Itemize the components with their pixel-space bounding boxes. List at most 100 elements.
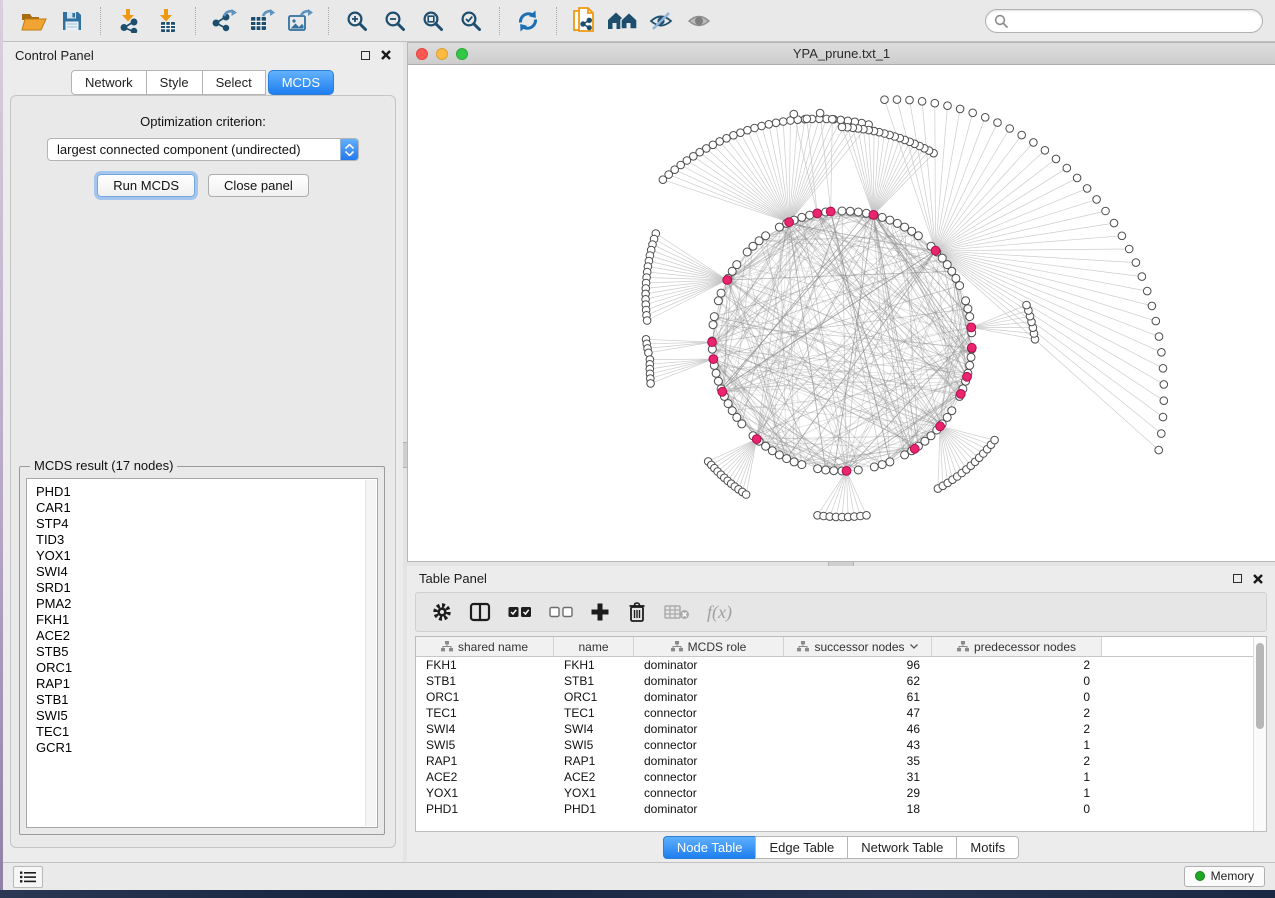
network-leaf-node[interactable] (1073, 174, 1081, 182)
network-node[interactable] (870, 463, 878, 471)
network-edge[interactable] (936, 109, 961, 251)
zoom-fit-icon[interactable] (417, 5, 449, 37)
table-cell[interactable]: 0 (932, 674, 1102, 688)
network-node[interactable] (783, 455, 791, 463)
table-cell[interactable]: SWI5 (416, 738, 554, 752)
show-all-icon[interactable] (683, 5, 715, 37)
mcds-result-item[interactable]: PMA2 (36, 596, 377, 612)
network-leaf-node[interactable] (994, 119, 1002, 127)
import-network-icon[interactable] (113, 5, 145, 37)
network-edge[interactable] (936, 249, 1130, 251)
mcds-result-item[interactable]: ORC1 (36, 660, 377, 676)
float-panel-icon[interactable] (361, 51, 370, 60)
network-edge[interactable] (935, 103, 936, 251)
network-leaf-node[interactable] (838, 123, 846, 131)
tab-select[interactable]: Select (202, 70, 266, 95)
network-edge[interactable] (936, 150, 1045, 250)
network-edge[interactable] (971, 305, 1026, 327)
mcds-hub-node[interactable] (869, 211, 878, 220)
search-input[interactable] (1013, 14, 1254, 28)
network-leaf-node[interactable] (816, 109, 824, 117)
table-cell[interactable]: 29 (784, 786, 932, 800)
mcds-hub-node[interactable] (752, 435, 761, 444)
network-leaf-node[interactable] (1152, 317, 1160, 325)
first-neighbors-icon[interactable] (607, 5, 639, 37)
network-edge[interactable] (789, 121, 848, 222)
table-cell[interactable]: FKH1 (416, 658, 554, 672)
network-leaf-node[interactable] (969, 109, 977, 117)
table-cell[interactable]: 1 (932, 786, 1102, 800)
network-edge[interactable] (656, 234, 727, 281)
mcds-result-item[interactable]: SWI5 (36, 708, 377, 724)
table-cell[interactable]: connector (634, 770, 784, 784)
network-leaf-node[interactable] (751, 124, 759, 132)
table-cell[interactable]: RAP1 (416, 754, 554, 768)
network-edge[interactable] (940, 426, 957, 476)
save-session-icon[interactable] (56, 5, 88, 37)
mcds-hub-node[interactable] (708, 338, 717, 347)
network-node[interactable] (886, 216, 894, 224)
table-cell[interactable]: TEC1 (554, 706, 634, 720)
network-edge[interactable] (873, 137, 894, 215)
run-mcds-button[interactable]: Run MCDS (97, 174, 195, 197)
mcds-result-item[interactable]: GCR1 (36, 740, 377, 756)
network-node[interactable] (714, 377, 722, 385)
table-cell[interactable]: 43 (784, 738, 932, 752)
table-row[interactable]: ACE2ACE2connector311 (416, 769, 1266, 785)
table-cell[interactable]: ORC1 (554, 690, 634, 704)
table-cell[interactable]: dominator (634, 802, 784, 816)
table-cell[interactable]: SWI4 (416, 722, 554, 736)
table-settings-gear-icon[interactable] (432, 602, 452, 622)
network-leaf-node[interactable] (803, 115, 811, 123)
network-leaf-node[interactable] (1023, 301, 1031, 309)
network-leaf-node[interactable] (944, 102, 952, 110)
mcds-result-item[interactable]: CAR1 (36, 500, 377, 516)
table-row[interactable]: SWI5SWI5connector431 (416, 737, 1266, 753)
network-edge[interactable] (842, 127, 873, 215)
table-row[interactable]: YOX1YOX1connector291 (416, 785, 1266, 801)
mcds-result-item[interactable]: RAP1 (36, 676, 377, 692)
table-cell[interactable]: dominator (634, 658, 784, 672)
network-edge[interactable] (938, 426, 940, 488)
network-node[interactable] (966, 313, 974, 321)
table-cell[interactable]: ACE2 (416, 770, 554, 784)
table-row[interactable]: ORC1ORC1dominator610 (416, 689, 1266, 705)
network-leaf-node[interactable] (1006, 125, 1014, 133)
network-edge[interactable] (847, 471, 867, 515)
network-edge[interactable] (731, 439, 757, 484)
apply-layout-icon[interactable] (512, 5, 544, 37)
mcds-hub-node[interactable] (956, 390, 965, 399)
mcds-hub-node[interactable] (813, 209, 822, 218)
network-leaf-node[interactable] (1093, 196, 1101, 204)
mcds-result-item[interactable]: SRD1 (36, 580, 377, 596)
table-cell[interactable]: dominator (634, 722, 784, 736)
import-table-icon[interactable] (151, 5, 183, 37)
table-cell[interactable]: RAP1 (554, 754, 634, 768)
table-cell[interactable]: dominator (634, 690, 784, 704)
network-edge[interactable] (847, 471, 861, 516)
mcds-hub-node[interactable] (936, 422, 945, 431)
export-network-icon[interactable] (208, 5, 240, 37)
network-graph[interactable] (408, 65, 1275, 561)
network-node[interactable] (790, 458, 798, 466)
network-node[interactable] (854, 208, 862, 216)
network-node[interactable] (967, 353, 975, 361)
network-leaf-node[interactable] (1083, 185, 1091, 193)
network-leaf-node[interactable] (829, 115, 837, 123)
network-leaf-node[interactable] (1148, 302, 1156, 310)
mcds-result-item[interactable]: SWI4 (36, 564, 377, 580)
network-node[interactable] (878, 461, 886, 469)
table-cell[interactable]: SWI5 (554, 738, 634, 752)
network-leaf-node[interactable] (1160, 381, 1168, 389)
tab-mcds[interactable]: MCDS (268, 70, 334, 95)
table-cell[interactable]: 47 (784, 706, 932, 720)
network-edge[interactable] (820, 113, 831, 211)
table-cell[interactable]: 0 (932, 802, 1102, 816)
table-cell[interactable]: connector (634, 786, 784, 800)
network-edge[interactable] (653, 245, 728, 281)
column-header-predecessor-nodes[interactable]: predecessor nodes (932, 637, 1102, 656)
network-edge[interactable] (873, 151, 929, 215)
network-edge[interactable] (712, 220, 794, 349)
table-row[interactable]: TEC1TEC1connector472 (416, 705, 1266, 721)
mcds-hub-node[interactable] (718, 387, 727, 396)
